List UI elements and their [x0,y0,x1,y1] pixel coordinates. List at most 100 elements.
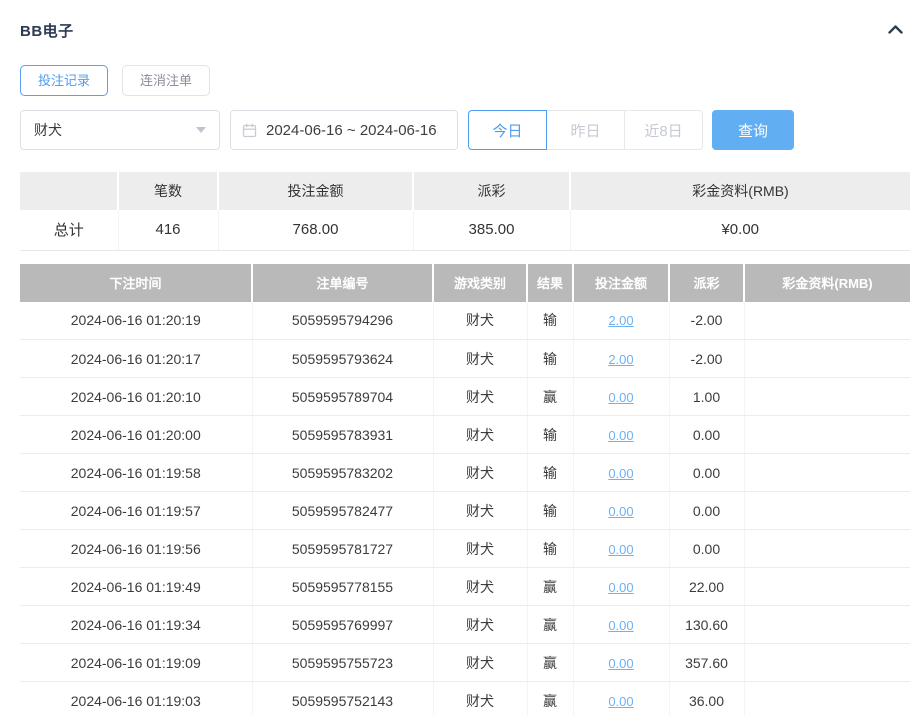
cell-order-number: 5059595782477 [252,492,433,530]
bet-amount-link[interactable]: 0.00 [608,656,633,671]
cell-game-type: 财犬 [433,644,527,682]
cell-bonus [744,454,910,492]
date-range-input[interactable] [266,122,446,139]
tab-cancelled-orders[interactable]: 连消注单 [122,65,210,96]
cell-order-number: 5059595781727 [252,530,433,568]
cell-bet-amount: 0.00 [573,492,669,530]
summary-total-bonus: ¥0.00 [570,210,910,250]
cell-payout: -2.00 [669,340,744,378]
summary-total-payout: 385.00 [413,210,570,250]
cell-bet-amount: 0.00 [573,454,669,492]
bet-amount-link[interactable]: 0.00 [608,466,633,481]
summary-table: 笔数 投注金额 派彩 彩金资料(RMB) 总计 416 768.00 385.0… [20,172,910,251]
tab-bet-records[interactable]: 投注记录 [20,65,108,96]
cell-payout: 130.60 [669,606,744,644]
cell-bet-amount: 2.00 [573,302,669,340]
cell-result: 输 [527,340,573,378]
summary-total-bet-amount: 768.00 [218,210,413,250]
cell-game-type: 财犬 [433,492,527,530]
cell-order-number: 5059595769997 [252,606,433,644]
table-row: 2024-06-16 01:20:005059595783931财犬输0.000… [20,416,910,454]
cell-order-number: 5059595789704 [252,378,433,416]
collapse-panel-button[interactable] [885,21,906,40]
cell-bonus [744,378,910,416]
yesterday-button[interactable]: 昨日 [546,110,625,150]
cell-bet-time: 2024-06-16 01:20:00 [20,416,252,454]
cell-game-type: 财犬 [433,454,527,492]
cell-bet-time: 2024-06-16 01:20:19 [20,302,252,340]
cell-bet-time: 2024-06-16 01:19:09 [20,644,252,682]
search-button[interactable]: 查询 [712,110,794,150]
cell-order-number: 5059595783931 [252,416,433,454]
cell-result: 赢 [527,378,573,416]
cell-bet-time: 2024-06-16 01:19:57 [20,492,252,530]
today-button[interactable]: 今日 [468,110,547,150]
table-row: 2024-06-16 01:20:195059595794296财犬输2.00-… [20,302,910,340]
bet-amount-link[interactable]: 0.00 [608,428,633,443]
cell-bonus [744,530,910,568]
bet-amount-link[interactable]: 2.00 [608,352,633,367]
filter-bar: 财犬 今日 昨日 近8日 查询 [20,110,912,150]
table-row: 2024-06-16 01:19:095059595755723财犬赢0.003… [20,644,910,682]
chevron-down-icon [196,127,206,133]
cell-payout: -2.00 [669,302,744,340]
cell-order-number: 5059595752143 [252,682,433,715]
table-row: 2024-06-16 01:19:565059595781727财犬输0.000… [20,530,910,568]
cell-result: 输 [527,492,573,530]
calendar-icon [242,123,257,138]
cell-result: 赢 [527,606,573,644]
cell-order-number: 5059595783202 [252,454,433,492]
table-row: 2024-06-16 01:19:345059595769997财犬赢0.001… [20,606,910,644]
cell-bet-time: 2024-06-16 01:19:58 [20,454,252,492]
bet-amount-link[interactable]: 2.00 [608,313,633,328]
cell-bet-amount: 0.00 [573,606,669,644]
cell-result: 赢 [527,568,573,606]
last-8-days-button[interactable]: 近8日 [624,110,703,150]
cell-order-number: 5059595755723 [252,644,433,682]
table-row: 2024-06-16 01:19:495059595778155财犬赢0.002… [20,568,910,606]
records-header-result: 结果 [527,264,573,302]
bet-amount-link[interactable]: 0.00 [608,580,633,595]
cell-bet-amount: 0.00 [573,416,669,454]
cell-result: 输 [527,454,573,492]
table-row: 2024-06-16 01:19:575059595782477财犬输 0.00 0… [20,492,910,530]
bet-amount-link[interactable]: 0.00 [608,504,633,519]
summary-total-label: 总计 [20,210,118,250]
cell-bet-time: 2024-06-16 01:19:34 [20,606,252,644]
cell-bonus [744,416,910,454]
summary-total-row: 总计 416 768.00 385.00 ¥0.00 [20,210,910,250]
bet-amount-link[interactable]: 0.00 [608,390,633,405]
summary-header-row: 笔数 投注金额 派彩 彩金资料(RMB) [20,172,910,210]
table-row: 2024-06-16 01:19:035059595752143财犬赢 0.00 3… [20,682,910,715]
cell-payout: 0.00 [669,492,744,530]
summary-total-count: 416 [118,210,218,250]
bet-amount-link[interactable]: 0.00 [608,694,633,709]
cell-bonus [744,644,910,682]
cell-bonus [744,492,910,530]
records-header-payout: 派彩 [669,264,744,302]
game-select[interactable]: 财犬 [20,110,220,150]
records-header-order-number: 注单编号 [252,264,433,302]
bet-amount-link[interactable]: 0.00 [608,542,633,557]
summary-header-count: 笔数 [118,172,218,210]
records-header-bet-time: 下注时间 [20,264,252,302]
cell-result: 赢 [527,644,573,682]
cell-result: 赢 [527,682,573,715]
bet-amount-link[interactable]: 0.00 [608,618,633,633]
date-quick-buttons: 今日 昨日 近8日 [468,110,703,150]
summary-header-bet-amount: 投注金额 [218,172,413,210]
cell-payout: 0.00 [669,416,744,454]
cell-payout: 36.00 [669,682,744,715]
date-range-picker[interactable] [230,110,458,150]
cell-bet-time: 2024-06-16 01:19:03 [20,682,252,715]
cell-game-type: 财犬 [433,530,527,568]
cell-bet-amount: 0.00 [573,530,669,568]
record-type-tabs: 投注记录 连消注单 [20,65,912,96]
summary-header-payout: 派彩 [413,172,570,210]
cell-bet-amount: 2.00 [573,340,669,378]
cell-bonus [744,606,910,644]
page-title: BB电子 [20,20,74,41]
cell-game-type: 财犬 [433,682,527,715]
table-row: 2024-06-16 01:20:175059595793624财犬输2.00-… [20,340,910,378]
cell-payout: 0.00 [669,530,744,568]
